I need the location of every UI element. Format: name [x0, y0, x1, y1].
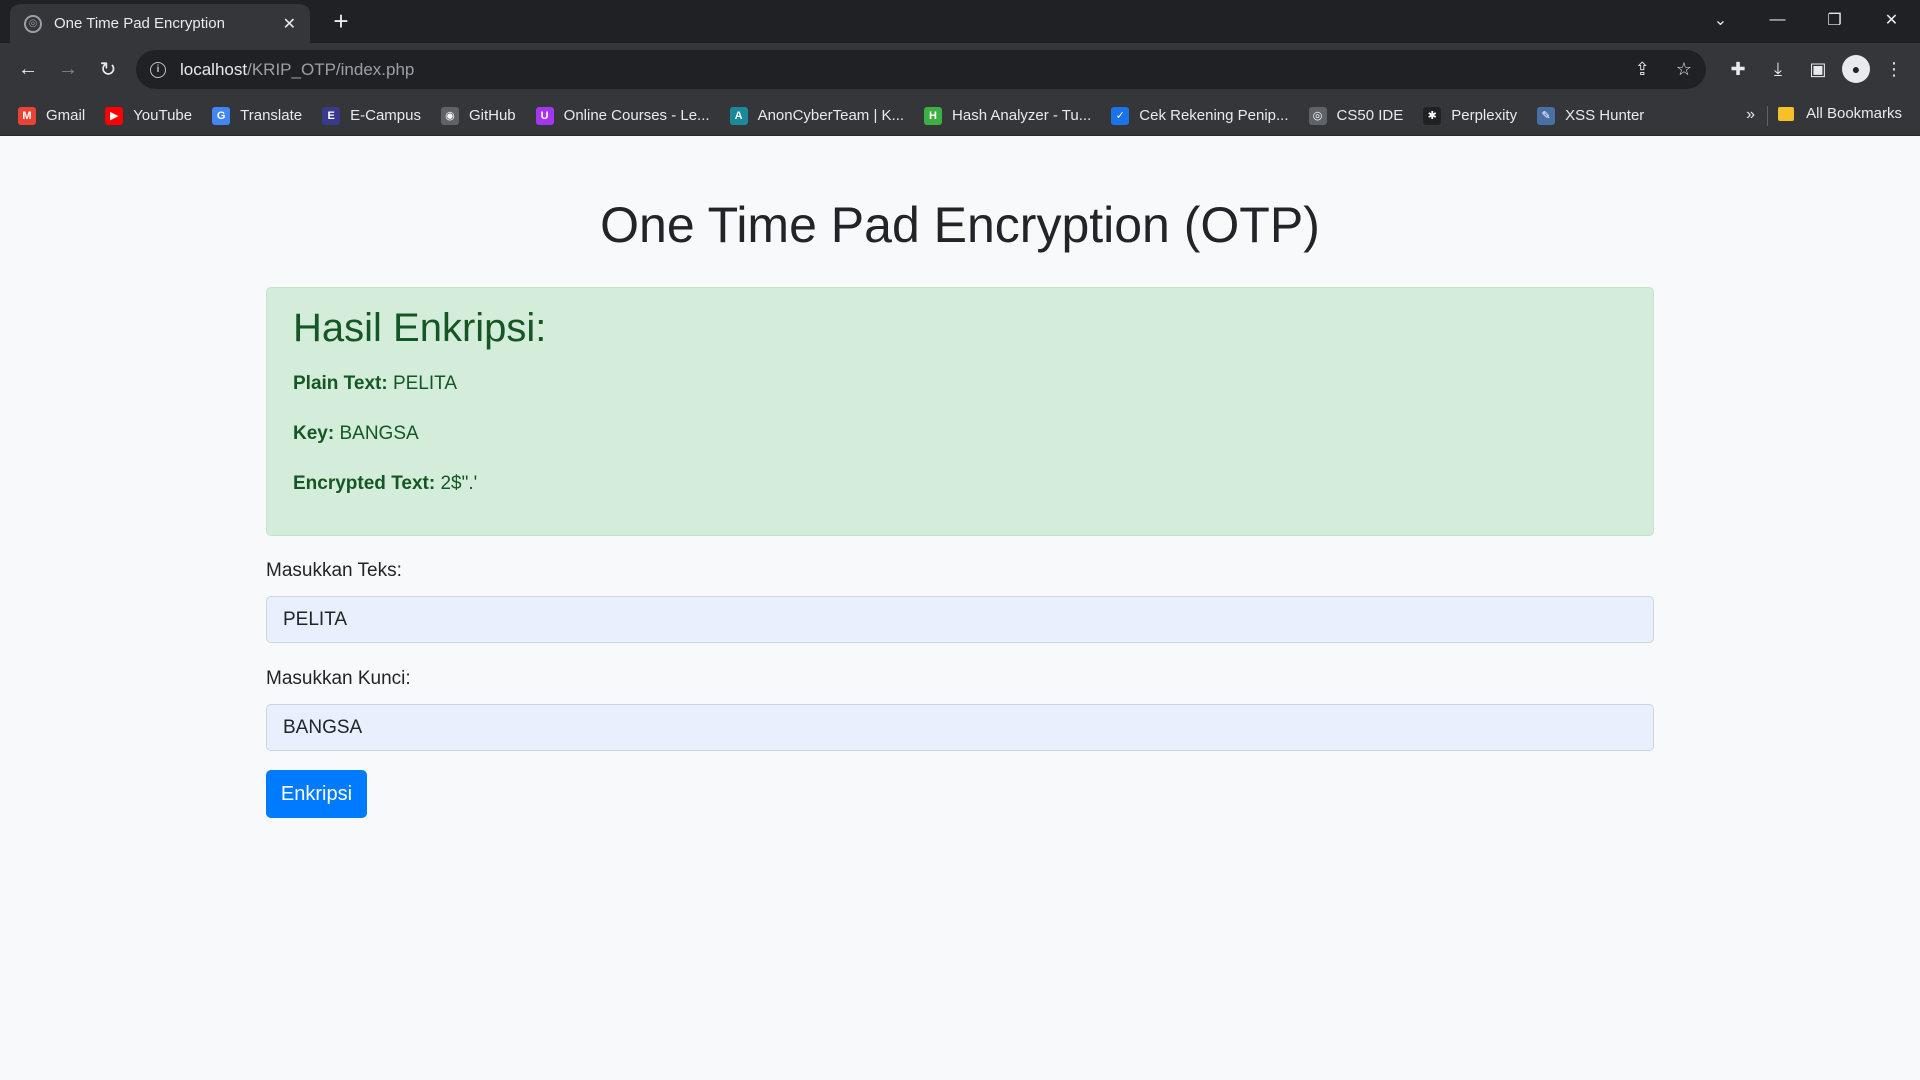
encrypted-text-label: Encrypted Text: [293, 473, 436, 494]
xss-hunter-icon: ✎ [1537, 106, 1556, 125]
tab-search-icon[interactable]: ⌄ [1692, 0, 1749, 40]
translate-icon: G [212, 106, 231, 125]
plain-text-row: Plain Text: PELITA [293, 373, 1627, 395]
bookmark-label: Gmail [46, 107, 86, 124]
bookmark-item[interactable]: ✱ Perplexity [1423, 106, 1518, 125]
download-icon[interactable]: ⤓ [1762, 53, 1794, 85]
folder-icon [1778, 106, 1795, 121]
bookmark-label: Perplexity [1451, 107, 1518, 124]
page-title: One Time Pad Encryption (OTP) [600, 197, 1320, 253]
close-window-icon[interactable]: ✕ [1863, 0, 1920, 40]
plain-text-label: Plain Text: [293, 373, 388, 394]
bookmark-item[interactable]: ◎ CS50 IDE [1308, 106, 1404, 125]
bookmark-item[interactable]: E E-Campus [322, 106, 421, 125]
bookmark-label: E-Campus [350, 107, 421, 124]
url-host: localhost [180, 59, 248, 79]
bookmark-item[interactable]: ✓ Cek Rekening Penip... [1111, 106, 1289, 125]
hash-analyzer-icon: H [924, 106, 943, 125]
ecampus-icon: E [322, 106, 341, 125]
info-icon[interactable]: i [150, 61, 166, 78]
new-tab-button[interactable]: + [326, 6, 356, 36]
check-icon: ✓ [1111, 106, 1130, 125]
window-controls: ⌄ — ❐ ✕ [1692, 0, 1920, 40]
gmail-icon: M [18, 106, 36, 125]
restore-icon[interactable]: ❐ [1806, 0, 1863, 40]
key-row: Key: BANGSA [293, 423, 1627, 445]
all-bookmarks-label: All Bookmarks [1806, 105, 1902, 122]
perplexity-icon: ✱ [1423, 106, 1442, 125]
back-icon[interactable]: ← [8, 50, 48, 90]
text-input[interactable] [266, 596, 1654, 643]
address-bar[interactable]: i localhost /KRIP_OTP/index.php ⇪ ☆ [136, 50, 1706, 89]
bookmarks-bar: M Gmail ▶ YouTube G Translate E E-Campus ◉ GitHub… [0, 96, 1920, 136]
plain-text-value: PELITA [392, 373, 458, 394]
menu-icon[interactable]: ⋮ [1878, 53, 1910, 85]
key-input[interactable] [266, 704, 1654, 751]
bookmark-item[interactable]: A AnonCyberTeam | K... [729, 106, 905, 125]
encryption-result-alert: Hasil Enkripsi: Plain Text: PELITA Key: … [266, 287, 1654, 536]
key-input-label: Masukkan Kunci: [266, 668, 411, 689]
avatar[interactable]: ● [1842, 55, 1870, 83]
globe-icon: ◎ [24, 14, 42, 33]
bookmark-item[interactable]: U Online Courses - Le... [535, 106, 710, 125]
youtube-icon: ▶ [105, 106, 124, 125]
minimize-icon[interactable]: — [1749, 0, 1806, 40]
divider [1767, 106, 1768, 126]
tab-strip: ◎ One Time Pad Encryption ✕ + ⌄ — ❐ ✕ [0, 0, 1920, 43]
bookmarks-overflow-button[interactable]: » [1746, 106, 1755, 124]
bookmark-label: Online Courses - Le... [563, 107, 710, 124]
reload-icon[interactable]: ↻ [88, 50, 128, 90]
anoncyberteam-icon: A [729, 106, 748, 125]
close-icon[interactable]: ✕ [283, 14, 296, 34]
all-bookmarks-button[interactable]: All Bookmarks [1778, 105, 1902, 122]
bookmark-item[interactable]: H Hash Analyzer - Tu... [924, 106, 1092, 125]
url-path: /KRIP_OTP/index.php [247, 59, 415, 79]
globe-icon: ◎ [1308, 106, 1327, 125]
text-input-label: Masukkan Teks: [266, 560, 402, 581]
udemy-icon: U [535, 106, 554, 125]
bookmark-item[interactable]: M Gmail [18, 106, 86, 125]
star-icon[interactable]: ☆ [1676, 59, 1692, 80]
key-label: Key: [293, 423, 335, 444]
result-heading: Hasil Enkripsi: [293, 306, 547, 350]
bookmark-label: Cek Rekening Penip... [1139, 107, 1289, 124]
encrypt-button[interactable]: Enkripsi [266, 770, 367, 818]
bookmark-item[interactable]: ◉ GitHub [440, 106, 516, 125]
page-content: One Time Pad Encryption (OTP) Hasil Enkr… [0, 136, 1920, 1080]
encrypted-text-value: 2$".' [440, 473, 478, 494]
extensions-icon[interactable]: ✚ [1722, 53, 1754, 85]
tab-title: One Time Pad Encryption [54, 15, 225, 32]
bookmark-label: Hash Analyzer - Tu... [952, 107, 1092, 124]
bookmark-label: GitHub [468, 107, 516, 124]
key-value: BANGSA [339, 423, 419, 444]
bookmark-item[interactable]: ▶ YouTube [105, 106, 193, 125]
bookmark-item[interactable]: G Translate [212, 106, 303, 125]
bookmark-label: CS50 IDE [1336, 107, 1404, 124]
encrypted-text-row: Encrypted Text: 2$".' [293, 473, 1627, 495]
bookmark-label: Translate [240, 107, 303, 124]
forward-icon[interactable]: → [48, 50, 88, 90]
share-icon[interactable]: ⇪ [1635, 59, 1650, 80]
bookmark-item[interactable]: ✎ XSS Hunter [1537, 106, 1645, 125]
browser-tab[interactable]: ◎ One Time Pad Encryption ✕ [10, 4, 310, 43]
github-icon: ◉ [440, 106, 459, 125]
bookmark-label: YouTube [133, 107, 193, 124]
bookmark-label: XSS Hunter [1565, 107, 1645, 124]
browser-toolbar: ← → ↻ i localhost /KRIP_OTP/index.php ⇪ … [0, 43, 1920, 96]
side-panel-icon[interactable]: ▣ [1802, 53, 1834, 85]
bookmark-label: AnonCyberTeam | K... [757, 107, 905, 124]
